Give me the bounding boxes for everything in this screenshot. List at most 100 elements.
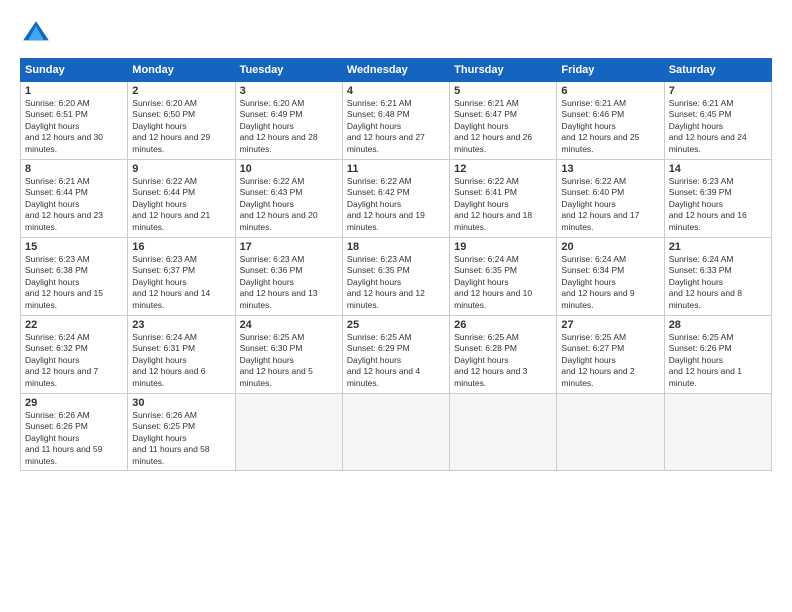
day-number: 21 [669, 241, 767, 253]
day-number: 29 [25, 397, 123, 409]
calendar-header-row: SundayMondayTuesdayWednesdayThursdayFrid… [21, 59, 772, 82]
calendar-cell: 10 Sunrise: 6:22 AM Sunset: 6:43 PM Dayl… [235, 160, 342, 238]
day-info: Sunrise: 6:20 AM Sunset: 6:50 PM Dayligh… [132, 98, 230, 155]
day-info: Sunrise: 6:23 AM Sunset: 6:37 PM Dayligh… [132, 254, 230, 311]
day-info: Sunrise: 6:25 AM Sunset: 6:27 PM Dayligh… [561, 332, 659, 389]
day-info: Sunrise: 6:22 AM Sunset: 6:40 PM Dayligh… [561, 176, 659, 233]
calendar-cell: 26 Sunrise: 6:25 AM Sunset: 6:28 PM Dayl… [450, 316, 557, 394]
calendar-cell: 11 Sunrise: 6:22 AM Sunset: 6:42 PM Dayl… [342, 160, 449, 238]
day-info: Sunrise: 6:24 AM Sunset: 6:35 PM Dayligh… [454, 254, 552, 311]
day-info: Sunrise: 6:25 AM Sunset: 6:28 PM Dayligh… [454, 332, 552, 389]
day-number: 15 [25, 241, 123, 253]
calendar-cell: 9 Sunrise: 6:22 AM Sunset: 6:44 PM Dayli… [128, 160, 235, 238]
calendar-cell: 27 Sunrise: 6:25 AM Sunset: 6:27 PM Dayl… [557, 316, 664, 394]
calendar-cell: 12 Sunrise: 6:22 AM Sunset: 6:41 PM Dayl… [450, 160, 557, 238]
day-info: Sunrise: 6:22 AM Sunset: 6:43 PM Dayligh… [240, 176, 338, 233]
day-number: 1 [25, 85, 123, 97]
day-info: Sunrise: 6:20 AM Sunset: 6:49 PM Dayligh… [240, 98, 338, 155]
calendar-cell: 5 Sunrise: 6:21 AM Sunset: 6:47 PM Dayli… [450, 82, 557, 160]
calendar-cell: 6 Sunrise: 6:21 AM Sunset: 6:46 PM Dayli… [557, 82, 664, 160]
calendar-cell: 13 Sunrise: 6:22 AM Sunset: 6:40 PM Dayl… [557, 160, 664, 238]
calendar-day-header: Friday [557, 59, 664, 82]
day-info: Sunrise: 6:25 AM Sunset: 6:26 PM Dayligh… [669, 332, 767, 389]
day-number: 3 [240, 85, 338, 97]
calendar-cell [235, 394, 342, 471]
day-number: 26 [454, 319, 552, 331]
calendar-cell: 3 Sunrise: 6:20 AM Sunset: 6:49 PM Dayli… [235, 82, 342, 160]
calendar-cell: 21 Sunrise: 6:24 AM Sunset: 6:33 PM Dayl… [664, 238, 771, 316]
calendar-cell: 2 Sunrise: 6:20 AM Sunset: 6:50 PM Dayli… [128, 82, 235, 160]
day-number: 12 [454, 163, 552, 175]
day-number: 27 [561, 319, 659, 331]
calendar-cell: 4 Sunrise: 6:21 AM Sunset: 6:48 PM Dayli… [342, 82, 449, 160]
day-number: 14 [669, 163, 767, 175]
day-number: 10 [240, 163, 338, 175]
calendar-cell: 24 Sunrise: 6:25 AM Sunset: 6:30 PM Dayl… [235, 316, 342, 394]
day-number: 8 [25, 163, 123, 175]
day-number: 20 [561, 241, 659, 253]
day-number: 30 [132, 397, 230, 409]
calendar-day-header: Thursday [450, 59, 557, 82]
calendar-cell: 7 Sunrise: 6:21 AM Sunset: 6:45 PM Dayli… [664, 82, 771, 160]
day-number: 16 [132, 241, 230, 253]
day-number: 22 [25, 319, 123, 331]
day-info: Sunrise: 6:26 AM Sunset: 6:26 PM Dayligh… [25, 410, 123, 467]
day-number: 18 [347, 241, 445, 253]
day-number: 4 [347, 85, 445, 97]
day-info: Sunrise: 6:23 AM Sunset: 6:35 PM Dayligh… [347, 254, 445, 311]
day-number: 5 [454, 85, 552, 97]
day-info: Sunrise: 6:23 AM Sunset: 6:39 PM Dayligh… [669, 176, 767, 233]
day-info: Sunrise: 6:24 AM Sunset: 6:33 PM Dayligh… [669, 254, 767, 311]
calendar-day-header: Monday [128, 59, 235, 82]
day-info: Sunrise: 6:21 AM Sunset: 6:48 PM Dayligh… [347, 98, 445, 155]
day-number: 6 [561, 85, 659, 97]
calendar-week-row: 8 Sunrise: 6:21 AM Sunset: 6:44 PM Dayli… [21, 160, 772, 238]
day-number: 28 [669, 319, 767, 331]
day-info: Sunrise: 6:21 AM Sunset: 6:45 PM Dayligh… [669, 98, 767, 155]
calendar-day-header: Wednesday [342, 59, 449, 82]
day-info: Sunrise: 6:22 AM Sunset: 6:41 PM Dayligh… [454, 176, 552, 233]
day-number: 19 [454, 241, 552, 253]
day-info: Sunrise: 6:22 AM Sunset: 6:42 PM Dayligh… [347, 176, 445, 233]
day-info: Sunrise: 6:25 AM Sunset: 6:29 PM Dayligh… [347, 332, 445, 389]
day-number: 13 [561, 163, 659, 175]
logo-icon [20, 18, 52, 50]
day-info: Sunrise: 6:23 AM Sunset: 6:36 PM Dayligh… [240, 254, 338, 311]
day-number: 11 [347, 163, 445, 175]
logo [20, 18, 56, 50]
calendar-cell: 25 Sunrise: 6:25 AM Sunset: 6:29 PM Dayl… [342, 316, 449, 394]
day-number: 9 [132, 163, 230, 175]
header [20, 18, 772, 50]
calendar-week-row: 29 Sunrise: 6:26 AM Sunset: 6:26 PM Dayl… [21, 394, 772, 471]
day-info: Sunrise: 6:22 AM Sunset: 6:44 PM Dayligh… [132, 176, 230, 233]
day-number: 23 [132, 319, 230, 331]
calendar-week-row: 1 Sunrise: 6:20 AM Sunset: 6:51 PM Dayli… [21, 82, 772, 160]
day-info: Sunrise: 6:23 AM Sunset: 6:38 PM Dayligh… [25, 254, 123, 311]
calendar-cell [664, 394, 771, 471]
calendar-cell [450, 394, 557, 471]
calendar-cell: 1 Sunrise: 6:20 AM Sunset: 6:51 PM Dayli… [21, 82, 128, 160]
calendar-day-header: Sunday [21, 59, 128, 82]
day-info: Sunrise: 6:24 AM Sunset: 6:31 PM Dayligh… [132, 332, 230, 389]
calendar-day-header: Tuesday [235, 59, 342, 82]
day-info: Sunrise: 6:21 AM Sunset: 6:47 PM Dayligh… [454, 98, 552, 155]
day-info: Sunrise: 6:21 AM Sunset: 6:46 PM Dayligh… [561, 98, 659, 155]
page: SundayMondayTuesdayWednesdayThursdayFrid… [0, 0, 792, 612]
calendar-cell [342, 394, 449, 471]
calendar-cell: 19 Sunrise: 6:24 AM Sunset: 6:35 PM Dayl… [450, 238, 557, 316]
day-number: 7 [669, 85, 767, 97]
day-number: 2 [132, 85, 230, 97]
calendar-cell: 29 Sunrise: 6:26 AM Sunset: 6:26 PM Dayl… [21, 394, 128, 471]
calendar-cell: 8 Sunrise: 6:21 AM Sunset: 6:44 PM Dayli… [21, 160, 128, 238]
calendar-cell [557, 394, 664, 471]
day-number: 17 [240, 241, 338, 253]
calendar-week-row: 22 Sunrise: 6:24 AM Sunset: 6:32 PM Dayl… [21, 316, 772, 394]
calendar-cell: 14 Sunrise: 6:23 AM Sunset: 6:39 PM Dayl… [664, 160, 771, 238]
calendar-cell: 28 Sunrise: 6:25 AM Sunset: 6:26 PM Dayl… [664, 316, 771, 394]
day-info: Sunrise: 6:25 AM Sunset: 6:30 PM Dayligh… [240, 332, 338, 389]
calendar-cell: 22 Sunrise: 6:24 AM Sunset: 6:32 PM Dayl… [21, 316, 128, 394]
calendar-day-header: Saturday [664, 59, 771, 82]
calendar-week-row: 15 Sunrise: 6:23 AM Sunset: 6:38 PM Dayl… [21, 238, 772, 316]
day-info: Sunrise: 6:20 AM Sunset: 6:51 PM Dayligh… [25, 98, 123, 155]
day-info: Sunrise: 6:21 AM Sunset: 6:44 PM Dayligh… [25, 176, 123, 233]
